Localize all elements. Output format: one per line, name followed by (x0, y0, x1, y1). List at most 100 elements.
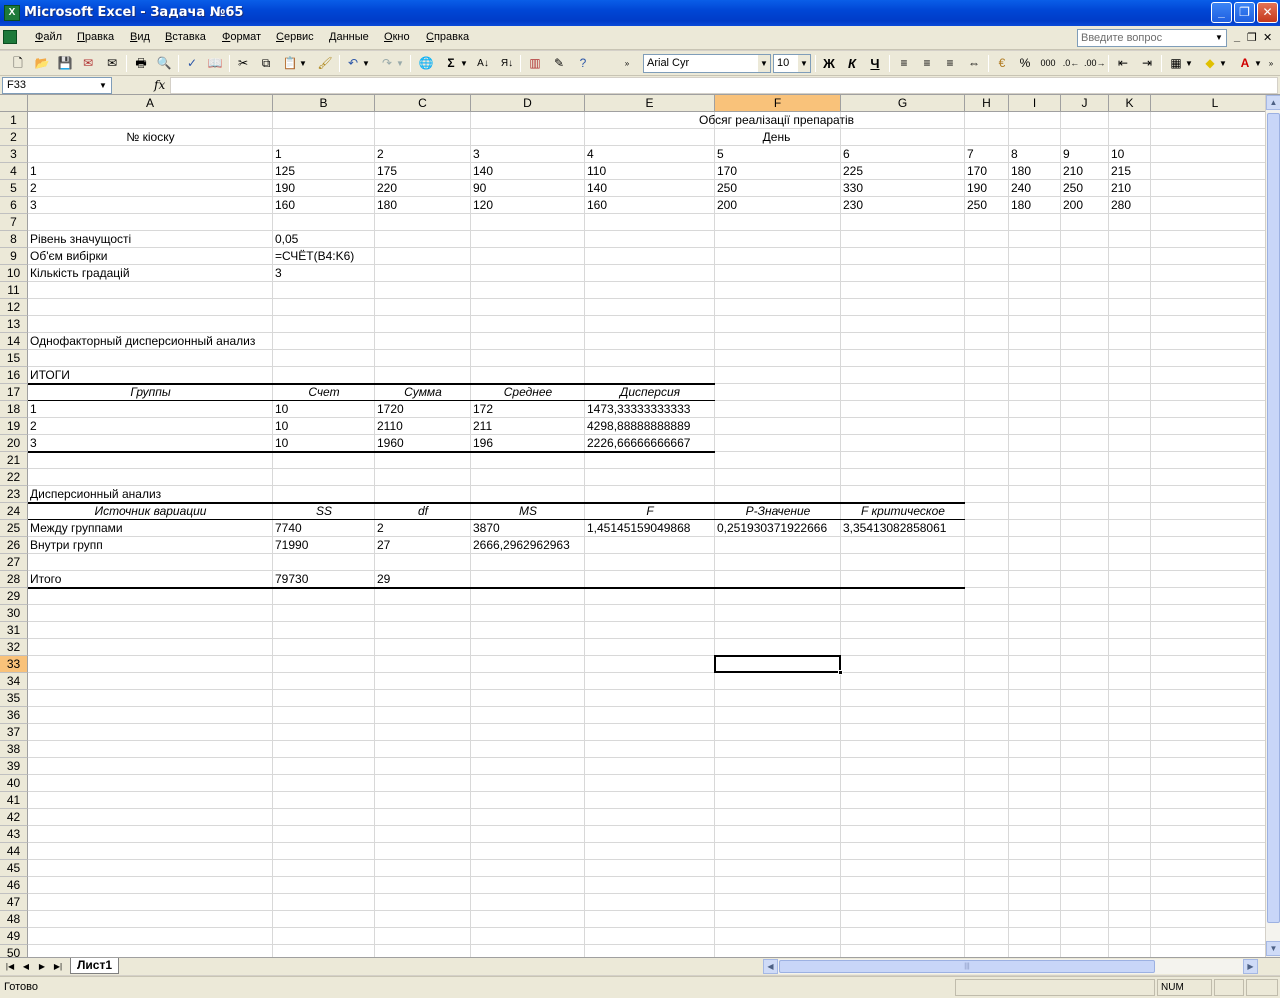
thousands-button[interactable]: 000 (1038, 54, 1058, 73)
new-icon[interactable]: 🗋 (8, 54, 28, 73)
row-header-9[interactable]: 9 (0, 248, 28, 265)
sales-cell[interactable]: 170 (715, 163, 841, 180)
select-all-corner[interactable] (0, 95, 28, 112)
anova-ss-cell[interactable]: 71990 (273, 537, 375, 554)
close-button[interactable]: ✕ (1257, 2, 1278, 23)
sales-cell[interactable]: 175 (375, 163, 471, 180)
summary-count-cell[interactable]: 10 (273, 401, 375, 418)
summary-average-cell[interactable]: 211 (471, 418, 585, 435)
last-sheet-icon[interactable]: ▶| (52, 960, 64, 973)
minimize-button[interactable]: _ (1211, 2, 1232, 23)
row-header-45[interactable]: 45 (0, 860, 28, 877)
day-cell[interactable]: 7 (965, 146, 1009, 163)
row-header-26[interactable]: 26 (0, 537, 28, 554)
row-header-10[interactable]: 10 (0, 265, 28, 282)
sales-cell[interactable]: 230 (841, 197, 965, 214)
row-header-24[interactable]: 24 (0, 503, 28, 520)
format-painter-icon[interactable]: 🖌 (315, 54, 335, 73)
sales-cell[interactable]: 180 (375, 197, 471, 214)
row-header-41[interactable]: 41 (0, 792, 28, 809)
sales-cell[interactable]: 280 (1109, 197, 1151, 214)
summary-header-average[interactable]: Среднее (471, 384, 585, 401)
menu-tools[interactable]: Сервис (276, 31, 314, 43)
toolbar-options-2-icon[interactable]: » (1266, 54, 1276, 73)
kiosk-number-cell[interactable]: 2 (28, 180, 273, 197)
row-header-46[interactable]: 46 (0, 877, 28, 894)
significance-label[interactable]: Рівень значущості (28, 231, 273, 248)
row-header-50[interactable]: 50 (0, 945, 28, 957)
hyperlink-icon[interactable]: 🌐 (416, 54, 436, 73)
column-header-g[interactable]: G (841, 95, 965, 112)
sales-cell[interactable]: 200 (715, 197, 841, 214)
anova-total-label[interactable]: Итого (28, 571, 273, 588)
summary-count-cell[interactable]: 10 (273, 435, 375, 452)
sort-ascending-icon[interactable]: A↓ (473, 54, 493, 73)
menu-view[interactable]: Вид (130, 31, 150, 43)
increase-indent-icon[interactable]: ⇥ (1137, 54, 1157, 73)
sales-title-cell[interactable]: Обсяг реалізації препаратів (273, 112, 1265, 129)
row-header-4[interactable]: 4 (0, 163, 28, 180)
sales-cell[interactable]: 140 (471, 163, 585, 180)
font-size-dropdown-icon[interactable]: ▼ (798, 55, 810, 72)
doc-restore-button[interactable]: ❐ (1247, 31, 1257, 44)
day-cell[interactable]: 3 (471, 146, 585, 163)
row-header-30[interactable]: 30 (0, 605, 28, 622)
sales-cell[interactable]: 330 (841, 180, 965, 197)
sheet-tab-list1[interactable]: Лист1 (70, 958, 120, 974)
horizontal-scrollbar[interactable]: ◀ ||| ▶ (763, 959, 1258, 974)
summary-header-groups[interactable]: Группы (28, 384, 273, 401)
workbook-icon[interactable] (3, 30, 17, 44)
fill-color-icon[interactable]: ◆ (1200, 54, 1220, 73)
anova-f-cell[interactable]: 1,45145159049868 (585, 520, 715, 537)
menu-data[interactable]: Данные (329, 31, 369, 43)
decrease-decimal-icon[interactable]: .00→ (1084, 54, 1106, 73)
sales-cell[interactable]: 120 (471, 197, 585, 214)
kiosk-number-cell[interactable]: 3 (28, 197, 273, 214)
row-header-1[interactable]: 1 (0, 112, 28, 129)
row-header-28[interactable]: 28 (0, 571, 28, 588)
sales-cell[interactable]: 250 (1061, 180, 1109, 197)
summary-title[interactable]: ИТОГИ (28, 367, 273, 384)
sales-cell[interactable]: 225 (841, 163, 965, 180)
row-header-8[interactable]: 8 (0, 231, 28, 248)
percent-button[interactable]: % (1015, 54, 1035, 73)
currency-icon[interactable]: € (992, 54, 1012, 73)
ask-question-input[interactable]: Введите вопрос (1077, 29, 1227, 47)
scroll-right-icon[interactable]: ▶ (1243, 959, 1258, 974)
row-header-33[interactable]: 33 (0, 656, 28, 673)
row-header-7[interactable]: 7 (0, 214, 28, 231)
fill-handle[interactable] (838, 670, 843, 675)
anova-header-f[interactable]: F (585, 503, 715, 520)
sales-cell[interactable]: 125 (273, 163, 375, 180)
sales-cell[interactable]: 215 (1109, 163, 1151, 180)
summary-header-variance[interactable]: Дисперсия (585, 384, 715, 401)
summary-sum-cell[interactable]: 2110 (375, 418, 471, 435)
sales-cell[interactable]: 90 (471, 180, 585, 197)
anova-p-value-cell[interactable]: 0,251930371922666 (715, 520, 841, 537)
sales-cell[interactable]: 160 (273, 197, 375, 214)
row-header-27[interactable]: 27 (0, 554, 28, 571)
font-color-dropdown-icon[interactable]: ▼ (1253, 54, 1263, 73)
column-header-i[interactable]: I (1009, 95, 1061, 112)
anova-ss-cell[interactable]: 7740 (273, 520, 375, 537)
anova-header-df[interactable]: df (375, 503, 471, 520)
menu-format[interactable]: Формат (222, 31, 261, 43)
summary-average-cell[interactable]: 172 (471, 401, 585, 418)
summary-sum-cell[interactable]: 1960 (375, 435, 471, 452)
next-sheet-icon[interactable]: ▶ (36, 960, 48, 973)
row-header-42[interactable]: 42 (0, 809, 28, 826)
menu-file[interactable]: Файл (35, 31, 62, 43)
align-center-icon[interactable]: ≡ (917, 54, 937, 73)
summary-group-cell[interactable]: 2 (28, 418, 273, 435)
column-header-f[interactable]: F (715, 95, 841, 112)
row-header-3[interactable]: 3 (0, 146, 28, 163)
row-header-32[interactable]: 32 (0, 639, 28, 656)
sales-cell[interactable]: 170 (965, 163, 1009, 180)
paste-dropdown-icon[interactable]: ▼ (298, 54, 308, 73)
row-header-18[interactable]: 18 (0, 401, 28, 418)
column-header-b[interactable]: B (273, 95, 375, 112)
menu-help[interactable]: Справка (426, 31, 469, 43)
vertical-scrollbar[interactable]: ▲ ▼ (1265, 95, 1280, 957)
day-cell[interactable]: 4 (585, 146, 715, 163)
merge-center-icon[interactable]: ⇔ (964, 54, 984, 73)
